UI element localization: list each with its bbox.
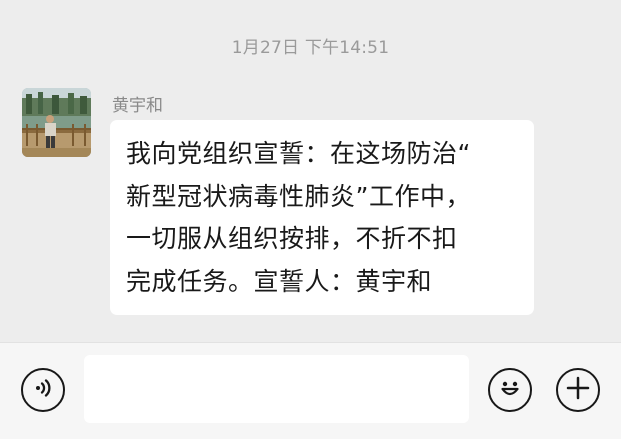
message-text: 我向党组织宣誓：在这场防治“ 新型冠状病毒性肺炎”工作中， 一切服从组织按排，不…	[126, 139, 471, 296]
emoji-button[interactable]	[488, 368, 532, 412]
chat-area: 1月27日 下午14:51 黄宇和 我向党组织宣誓：在这场防治“ 新型冠状病毒性…	[0, 0, 621, 342]
voice-button[interactable]	[21, 368, 65, 412]
message-timestamp: 1月27日 下午14:51	[231, 38, 390, 58]
plus-icon	[565, 375, 591, 405]
more-button[interactable]	[556, 368, 600, 412]
message-bubble[interactable]: 我向党组织宣誓：在这场防治“ 新型冠状病毒性肺炎”工作中， 一切服从组织按排，不…	[110, 120, 534, 315]
voice-icon	[31, 376, 55, 404]
message-input[interactable]	[84, 355, 469, 423]
sender-name: 黄宇和	[112, 96, 163, 116]
input-bar	[0, 342, 621, 439]
emoji-icon	[495, 373, 525, 407]
avatar[interactable]	[22, 88, 91, 157]
